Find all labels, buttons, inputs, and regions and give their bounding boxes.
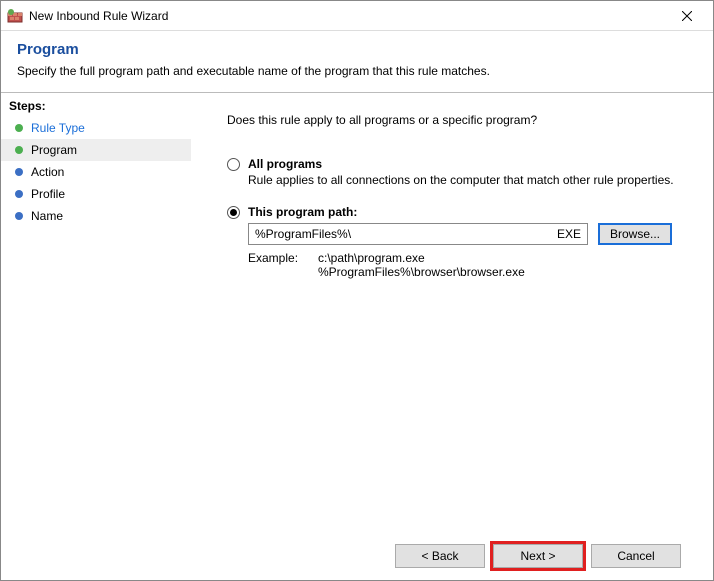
step-label: Rule Type — [31, 121, 85, 135]
page-description: Specify the full program path and execut… — [17, 64, 697, 78]
wizard-window: New Inbound Rule Wizard Program Specify … — [0, 0, 714, 581]
next-button[interactable]: Next > — [493, 544, 583, 568]
bullet-icon — [15, 168, 23, 176]
option-all-sub: Rule applies to all connections on the c… — [248, 173, 697, 187]
option-all-label: All programs — [248, 157, 322, 171]
back-button[interactable]: < Back — [395, 544, 485, 568]
option-all-programs[interactable]: All programs — [227, 157, 697, 171]
step-program[interactable]: Program — [1, 139, 191, 161]
bullet-icon — [15, 124, 23, 132]
wizard-body: Steps: Rule Type Program Action Profile Name… — [1, 92, 713, 580]
radio-this-program-path[interactable] — [227, 206, 240, 219]
option-this-program-path[interactable]: This program path: — [227, 205, 697, 219]
titlebar: New Inbound Rule Wizard — [1, 1, 713, 31]
program-path-ext: EXE — [557, 227, 581, 241]
bullet-icon — [15, 190, 23, 198]
bullet-icon — [15, 146, 23, 154]
wizard-content: Does this rule apply to all programs or … — [227, 93, 697, 532]
example-block: Example: c:\path\program.exe %ProgramFil… — [248, 251, 697, 279]
step-label: Program — [31, 143, 77, 157]
step-action[interactable]: Action — [1, 161, 191, 183]
bullet-icon — [15, 212, 23, 220]
page-title: Program — [17, 41, 697, 58]
close-button[interactable] — [667, 2, 707, 30]
program-path-value: %ProgramFiles%\ — [255, 227, 557, 241]
step-label: Name — [31, 209, 63, 223]
content-prompt: Does this rule apply to all programs or … — [227, 113, 697, 127]
example-paths: c:\path\program.exe %ProgramFiles%\brows… — [318, 251, 525, 279]
option-path-label: This program path: — [248, 205, 357, 219]
step-rule-type[interactable]: Rule Type — [1, 117, 191, 139]
steps-heading: Steps: — [1, 97, 191, 117]
program-path-row: %ProgramFiles%\ EXE Browse... — [248, 223, 697, 245]
window-title: New Inbound Rule Wizard — [29, 9, 667, 23]
radio-all-programs[interactable] — [227, 158, 240, 171]
wizard-header: Program Specify the full program path an… — [1, 31, 713, 92]
step-label: Action — [31, 165, 64, 179]
browse-button[interactable]: Browse... — [598, 223, 672, 245]
firewall-wizard-icon — [7, 8, 23, 24]
steps-sidebar: Steps: Rule Type Program Action Profile Name — [1, 92, 191, 580]
step-profile[interactable]: Profile — [1, 183, 191, 205]
wizard-main: Does this rule apply to all programs or … — [191, 92, 713, 580]
step-label: Profile — [31, 187, 65, 201]
example-label: Example: — [248, 251, 318, 279]
cancel-button[interactable]: Cancel — [591, 544, 681, 568]
wizard-footer: < Back Next > Cancel — [227, 532, 697, 580]
step-name[interactable]: Name — [1, 205, 191, 227]
program-path-input[interactable]: %ProgramFiles%\ EXE — [248, 223, 588, 245]
